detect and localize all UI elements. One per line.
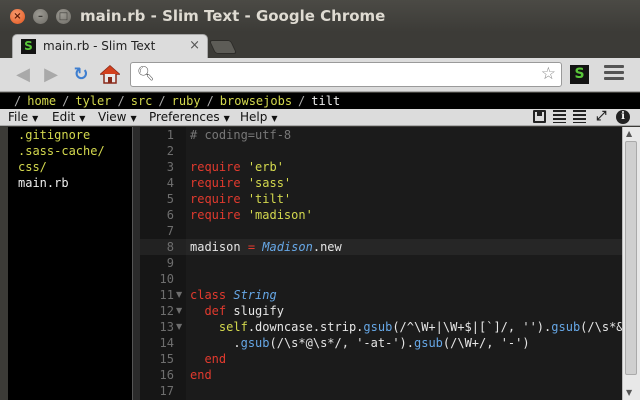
browser-toolbar: ◀ ▶ ↻ 🔍︎ ☆ S [0,58,640,92]
line-number: 17 [159,384,174,398]
menu-edit[interactable]: Edit ▼ [52,109,85,127]
fold-arrow-icon[interactable]: ▼ [176,303,182,319]
back-arrow-icon[interactable]: ◀ [12,64,34,85]
window-title: main.rb - Slim Text - Google Chrome [80,7,386,25]
tree-item[interactable]: main.rb [8,175,132,191]
code-line: madison = Madison.new [190,240,342,254]
slim-text-extension-icon[interactable]: S [570,65,589,84]
line-number: 9 [166,256,174,270]
chevron-down-icon: ▼ [271,114,278,123]
line-number: 6 [166,208,174,222]
menu-preferences[interactable]: Preferences ▼ [149,109,230,127]
code-line: self.downcase.strip.gsub(/^\W+|\W+$|[`]/… [218,320,622,334]
line-number: 3 [166,160,174,174]
line-number: 11 [159,288,174,302]
tab-strip: S main.rb - Slim Text × [0,32,640,58]
breadcrumb-tyler[interactable]: tyler [75,94,111,108]
line-number-gutter: 1 2 3 4 5 6 7 8 9 10 11 ▼ 12 ▼ 13 ▼ 14 1… [140,127,186,400]
menu-file[interactable]: File ▼ [8,109,38,127]
code-line: def slugify [204,304,284,318]
chevron-down-icon: ▼ [223,114,230,123]
tree-left-margin [0,127,8,400]
fold-arrow-icon[interactable]: ▼ [176,287,182,303]
code-line: class String [190,288,277,302]
line-number: 8 [166,240,174,254]
code-line: # coding=utf-8 [190,128,292,142]
line-number: 16 [159,368,174,382]
tree-item[interactable]: .gitignore [8,127,132,143]
code-line: end [190,368,212,382]
file-tree: .gitignore .sass-cache/ css/ main.rb [8,127,132,400]
breadcrumb-current: tilt [311,94,341,108]
browser-tab[interactable]: S main.rb - Slim Text × [12,34,208,58]
address-bar[interactable]: 🔍︎ ☆ [130,62,562,87]
vertical-scrollbar[interactable]: ▲ ▼ [622,127,640,400]
chrome-menu-icon[interactable] [604,65,624,83]
line-number: 4 [166,176,174,190]
search-icon: 🔍︎ [137,66,155,82]
address-input[interactable] [155,66,535,84]
chevron-down-icon: ▼ [79,114,86,123]
fold-arrow-icon[interactable]: ▼ [176,319,182,335]
slim-text-favicon-icon: S [21,39,36,54]
chevron-down-icon: ▼ [130,114,137,123]
code-line: require 'madison' [190,208,313,222]
breadcrumb-ruby[interactable]: ruby [172,94,201,108]
scroll-down-icon[interactable]: ▼ [626,388,632,397]
code-editor[interactable]: # coding=utf-8 require 'erb' require 'sa… [186,127,622,400]
tab-title: main.rb - Slim Text [43,39,156,53]
window-minimize-button[interactable]: – [33,9,48,24]
home-icon[interactable] [100,65,120,85]
tree-item[interactable]: .sass-cache/ [8,143,132,159]
line-number: 1 [166,128,174,142]
fullscreen-icon[interactable]: ⤢ [596,110,609,123]
line-number: 13 [159,320,174,334]
editor-menubar: File ▼ Edit ▼ View ▼ Preferences ▼ Help ▼ ⤢ i [0,109,640,126]
breadcrumb-src[interactable]: src [131,94,153,108]
code-line: end [204,352,227,366]
breadcrumb-home[interactable]: home [27,94,56,108]
bookmark-star-icon[interactable]: ☆ [541,64,556,84]
tree-item[interactable]: css/ [8,159,132,175]
line-number: 5 [166,192,174,206]
code-line: require 'tilt' [190,192,292,206]
menu-help[interactable]: Help ▼ [240,109,278,127]
reload-icon[interactable]: ↻ [70,64,92,85]
info-icon[interactable]: i [616,110,630,124]
line-number: 2 [166,144,174,158]
scroll-up-icon[interactable]: ▲ [626,129,632,138]
outdent-icon[interactable] [573,110,586,123]
breadcrumb: / home / tyler / src / ruby / browsejobs / tilt [0,93,640,109]
indent-icon[interactable] [553,110,566,123]
window-titlebar: × – □ main.rb - Slim Text - Google Chrom… [0,0,640,32]
window-maximize-button[interactable]: □ [56,9,71,24]
tab-close-icon[interactable]: × [189,38,200,53]
breadcrumb-browsejobs[interactable]: browsejobs [220,94,292,108]
line-number: 7 [166,224,174,238]
new-tab-button[interactable] [208,40,238,54]
line-number: 12 [159,304,174,318]
menu-view[interactable]: View ▼ [98,109,137,127]
chevron-down-icon: ▼ [32,114,39,123]
forward-arrow-icon[interactable]: ▶ [40,64,62,85]
code-line: .gsub(/\s*@\s*/, '-at-').gsub(/\W+/, '-'… [233,336,530,350]
line-number: 14 [159,336,174,350]
save-icon[interactable] [533,110,546,123]
pane-splitter[interactable] [132,127,140,400]
code-line: require 'sass' [190,176,292,190]
scrollbar-thumb[interactable] [625,141,637,375]
line-number: 15 [159,352,174,366]
code-line: require 'erb' [190,160,284,174]
window-close-button[interactable]: × [10,9,25,24]
line-number: 10 [159,272,174,286]
